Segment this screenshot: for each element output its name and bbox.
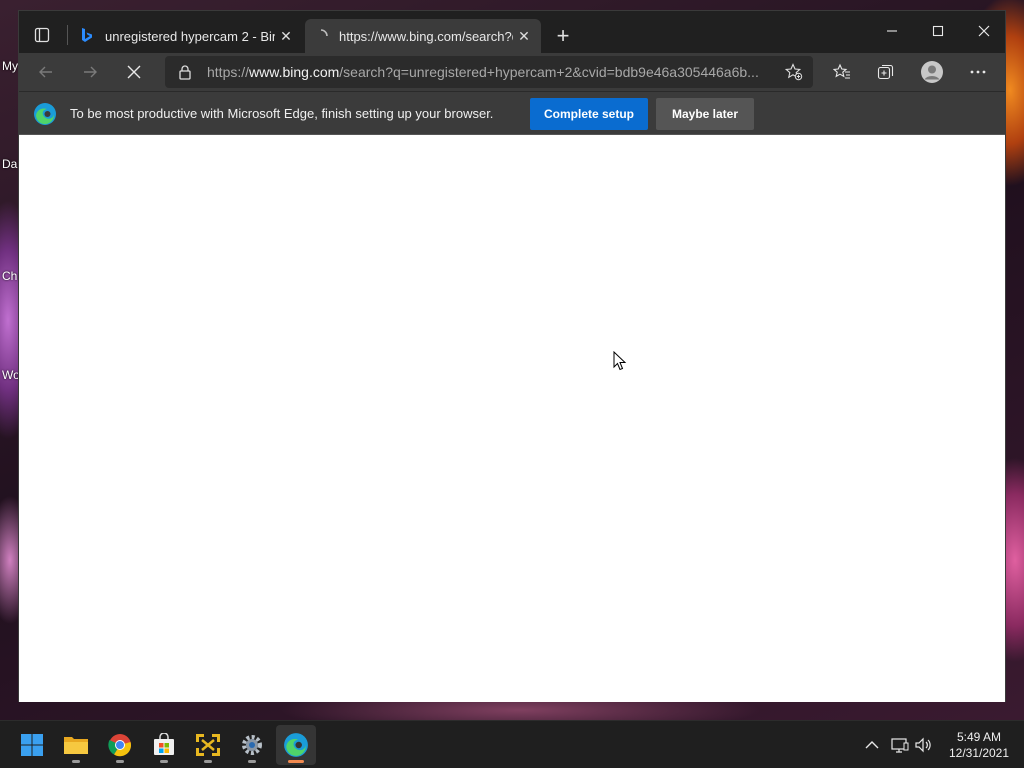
clock-date: 12/31/2021 — [948, 746, 1010, 760]
url-path: /search?q=unregistered+hypercam+2&cvid=b… — [339, 64, 759, 80]
clock-time: 5:49 AM — [956, 730, 1002, 744]
loading-icon — [313, 28, 329, 44]
minimize-icon[interactable] — [869, 15, 915, 47]
app-button[interactable] — [188, 725, 228, 765]
bing-icon — [79, 28, 95, 44]
system-clock[interactable]: 5:49 AM 12/31/2021 — [940, 729, 1018, 761]
tab-title: https://www.bing.com/search?q= — [339, 28, 513, 44]
running-indicator — [72, 760, 80, 763]
infobar-message: To be most productive with Microsoft Edg… — [70, 106, 494, 121]
chrome-icon — [108, 734, 132, 757]
edge-icon — [34, 103, 56, 125]
running-indicator — [116, 760, 124, 763]
chevron-up-icon[interactable] — [862, 735, 882, 755]
tab-bing-search[interactable]: unregistered hypercam 2 - Bing ✕ — [71, 19, 303, 53]
app-icon — [196, 734, 220, 756]
back-icon[interactable] — [31, 58, 61, 86]
running-indicator — [288, 760, 304, 763]
running-indicator — [160, 760, 168, 763]
maybe-later-button[interactable]: Maybe later — [656, 98, 754, 130]
address-bar[interactable]: https://www.bing.com/search?q=unregister… — [165, 56, 813, 88]
volume-icon[interactable] — [914, 735, 934, 755]
navigation-toolbar: https://www.bing.com/search?q=unregister… — [19, 53, 1005, 91]
desktop-icon-label[interactable]: My — [2, 59, 18, 73]
tab-title: unregistered hypercam 2 - Bing — [105, 28, 275, 44]
close-tab-icon[interactable]: ✕ — [275, 25, 297, 47]
page-content[interactable] — [19, 136, 1005, 702]
network-icon[interactable] — [890, 735, 910, 755]
running-indicator — [204, 760, 212, 763]
tab-actions-icon[interactable] — [27, 23, 57, 47]
taskbar: 5:49 AM 12/31/2021 — [0, 720, 1024, 768]
forward-icon[interactable] — [75, 58, 105, 86]
mouse-cursor-icon — [613, 351, 627, 371]
gear-icon — [242, 735, 262, 755]
url-text[interactable]: https://www.bing.com/search?q=unregister… — [207, 64, 779, 80]
desktop-icon-label[interactable]: Ch — [2, 269, 17, 283]
close-tab-icon[interactable]: ✕ — [513, 25, 535, 47]
profile-avatar[interactable] — [917, 58, 947, 86]
windows-logo-icon — [21, 734, 43, 756]
favorites-icon[interactable] — [827, 58, 857, 86]
title-bar: unregistered hypercam 2 - Bing ✕ https:/… — [19, 11, 1005, 53]
close-window-icon[interactable] — [961, 15, 1007, 47]
stop-loading-icon[interactable] — [119, 58, 149, 86]
maximize-icon[interactable] — [915, 15, 961, 47]
add-favorite-icon[interactable] — [779, 63, 809, 81]
desktop-icon-label[interactable]: Da — [2, 157, 17, 171]
file-explorer-button[interactable] — [56, 725, 96, 765]
chrome-button[interactable] — [100, 725, 140, 765]
collections-icon[interactable] — [871, 58, 901, 86]
running-indicator — [248, 760, 256, 763]
microsoft-store-button[interactable] — [144, 725, 184, 765]
url-host: www.bing.com — [249, 64, 340, 80]
browser-window: unregistered hypercam 2 - Bing ✕ https:/… — [18, 10, 1006, 702]
complete-setup-button[interactable]: Complete setup — [530, 98, 648, 130]
new-tab-icon[interactable]: + — [551, 25, 575, 49]
store-icon — [154, 733, 174, 755]
lock-icon[interactable] — [175, 64, 195, 80]
url-scheme: https:// — [207, 64, 250, 80]
setup-infobar: To be most productive with Microsoft Edg… — [19, 91, 1005, 135]
settings-button[interactable] — [232, 725, 272, 765]
more-options-icon[interactable] — [963, 58, 993, 86]
tab-separator — [67, 25, 68, 45]
start-button[interactable] — [12, 725, 52, 765]
folder-icon — [64, 737, 88, 754]
edge-icon — [284, 733, 308, 757]
tab-current[interactable]: https://www.bing.com/search?q= ✕ — [305, 19, 541, 53]
edge-button[interactable] — [276, 725, 316, 765]
